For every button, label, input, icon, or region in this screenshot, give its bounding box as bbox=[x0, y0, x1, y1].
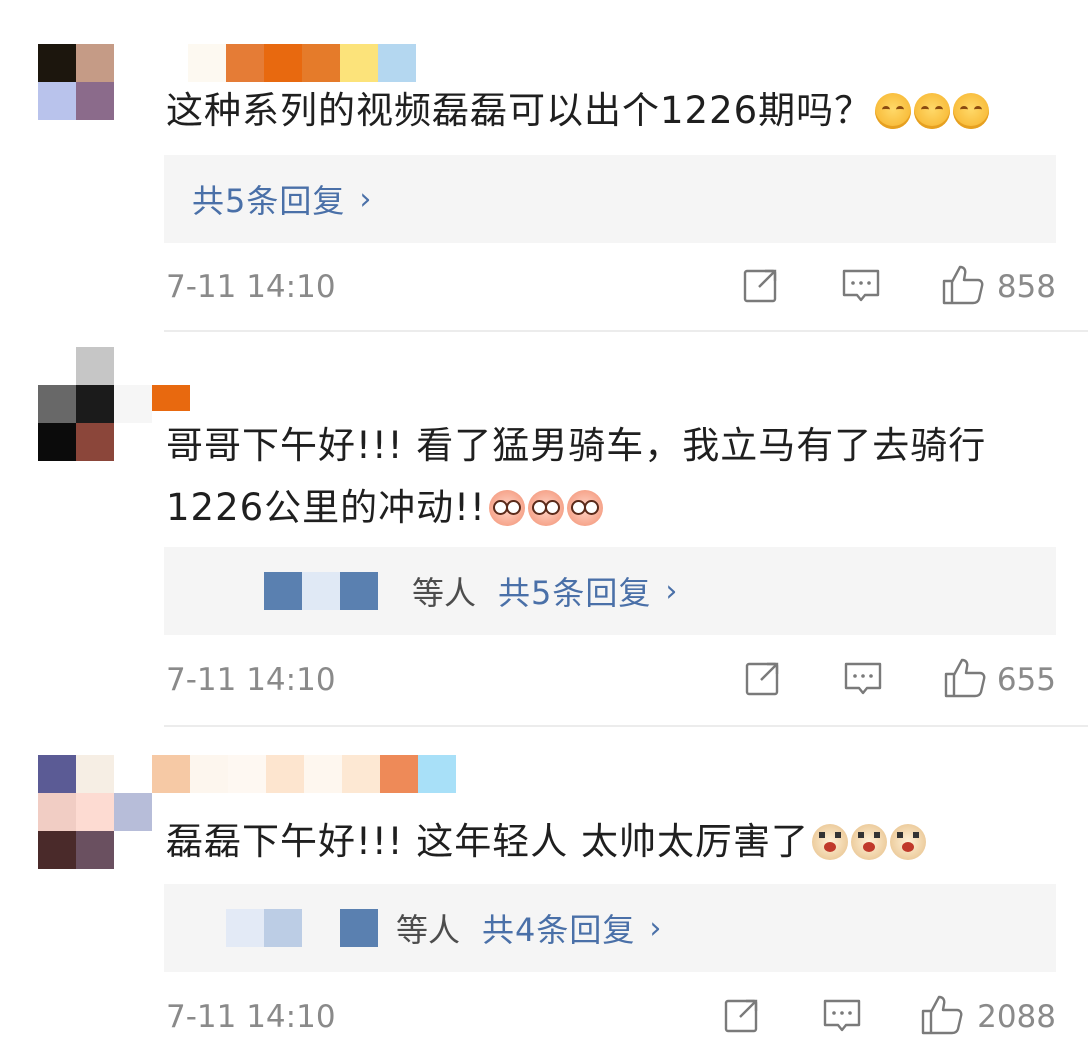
eyes-emoji-icon bbox=[566, 490, 603, 526]
surprised-emoji-icon bbox=[851, 824, 888, 860]
comment-text: 这种系列的视频磊磊可以出个1226期吗？ bbox=[166, 80, 1046, 142]
reply-count-link[interactable]: 共4条回复 bbox=[482, 905, 635, 951]
replier-avatars bbox=[264, 572, 378, 610]
avatar[interactable] bbox=[38, 347, 152, 461]
repliers-label: 等人 bbox=[396, 911, 461, 949]
like-count: 858 bbox=[996, 269, 1056, 305]
timestamp: 7-11 14:10 bbox=[166, 269, 336, 305]
reply-summary[interactable]: 共5条回复 › bbox=[164, 155, 1056, 243]
surprised-emoji-icon bbox=[812, 824, 849, 860]
smile-emoji-icon bbox=[953, 93, 990, 129]
comment-item-3: 磊磊下午好!!! 这年轻人 太帅太厉害了 等人 共4条回复 › 7-11 14:… bbox=[0, 727, 1088, 1057]
comment-meta: 7-11 14:10 2088 bbox=[166, 995, 1056, 1045]
chevron-right-icon: › bbox=[665, 573, 678, 609]
like-count: 655 bbox=[996, 662, 1056, 698]
reply-count-link[interactable]: 共5条回复 bbox=[192, 176, 345, 222]
repliers-label: 等人 bbox=[412, 574, 477, 612]
timestamp: 7-11 14:10 bbox=[166, 999, 336, 1035]
reply-summary[interactable]: 等人 共5条回复 › bbox=[164, 547, 1056, 635]
like-icon[interactable] bbox=[941, 263, 985, 307]
like-icon[interactable] bbox=[943, 656, 987, 700]
smile-emoji-icon bbox=[914, 93, 951, 129]
eyes-emoji-icon bbox=[488, 490, 525, 526]
username[interactable] bbox=[188, 44, 416, 82]
chevron-right-icon: › bbox=[359, 181, 372, 217]
reply-count-link[interactable]: 共5条回复 bbox=[498, 568, 651, 614]
timestamp: 7-11 14:10 bbox=[166, 662, 336, 698]
like-count: 2088 bbox=[977, 999, 1056, 1035]
comment-icon[interactable] bbox=[841, 265, 881, 305]
comment-icon[interactable] bbox=[822, 995, 862, 1035]
username[interactable] bbox=[152, 385, 190, 411]
comment-item-2: 哥哥下午好!!! 看了猛男骑车，我立马有了去骑行 1226公里的冲动!! 等人 … bbox=[0, 335, 1088, 727]
avatar[interactable] bbox=[38, 44, 114, 120]
divider bbox=[164, 330, 1088, 332]
share-icon[interactable] bbox=[722, 995, 762, 1035]
smile-emoji-icon bbox=[875, 93, 912, 129]
chevron-right-icon: › bbox=[649, 910, 662, 946]
surprised-emoji-icon bbox=[890, 824, 927, 860]
comment-text: 磊磊下午好!!! 这年轻人 太帅太厉害了 bbox=[166, 811, 1046, 873]
replier-avatars bbox=[226, 909, 378, 947]
share-icon[interactable] bbox=[741, 265, 781, 305]
avatar[interactable] bbox=[38, 755, 152, 869]
eyes-emoji-icon bbox=[527, 490, 564, 526]
username[interactable] bbox=[152, 755, 456, 793]
comment-meta: 7-11 14:10 858 bbox=[166, 265, 1056, 315]
share-icon[interactable] bbox=[743, 658, 783, 698]
like-icon[interactable] bbox=[920, 993, 964, 1037]
comment-icon[interactable] bbox=[843, 658, 883, 698]
comment-meta: 7-11 14:10 655 bbox=[166, 658, 1056, 708]
comment-item-1: 这种系列的视频磊磊可以出个1226期吗？ 共5条回复 › 7-11 14:10 … bbox=[0, 0, 1088, 335]
comment-text: 哥哥下午好!!! 看了猛男骑车，我立马有了去骑行 1226公里的冲动!! bbox=[166, 424, 987, 529]
reply-summary[interactable]: 等人 共4条回复 › bbox=[164, 884, 1056, 972]
